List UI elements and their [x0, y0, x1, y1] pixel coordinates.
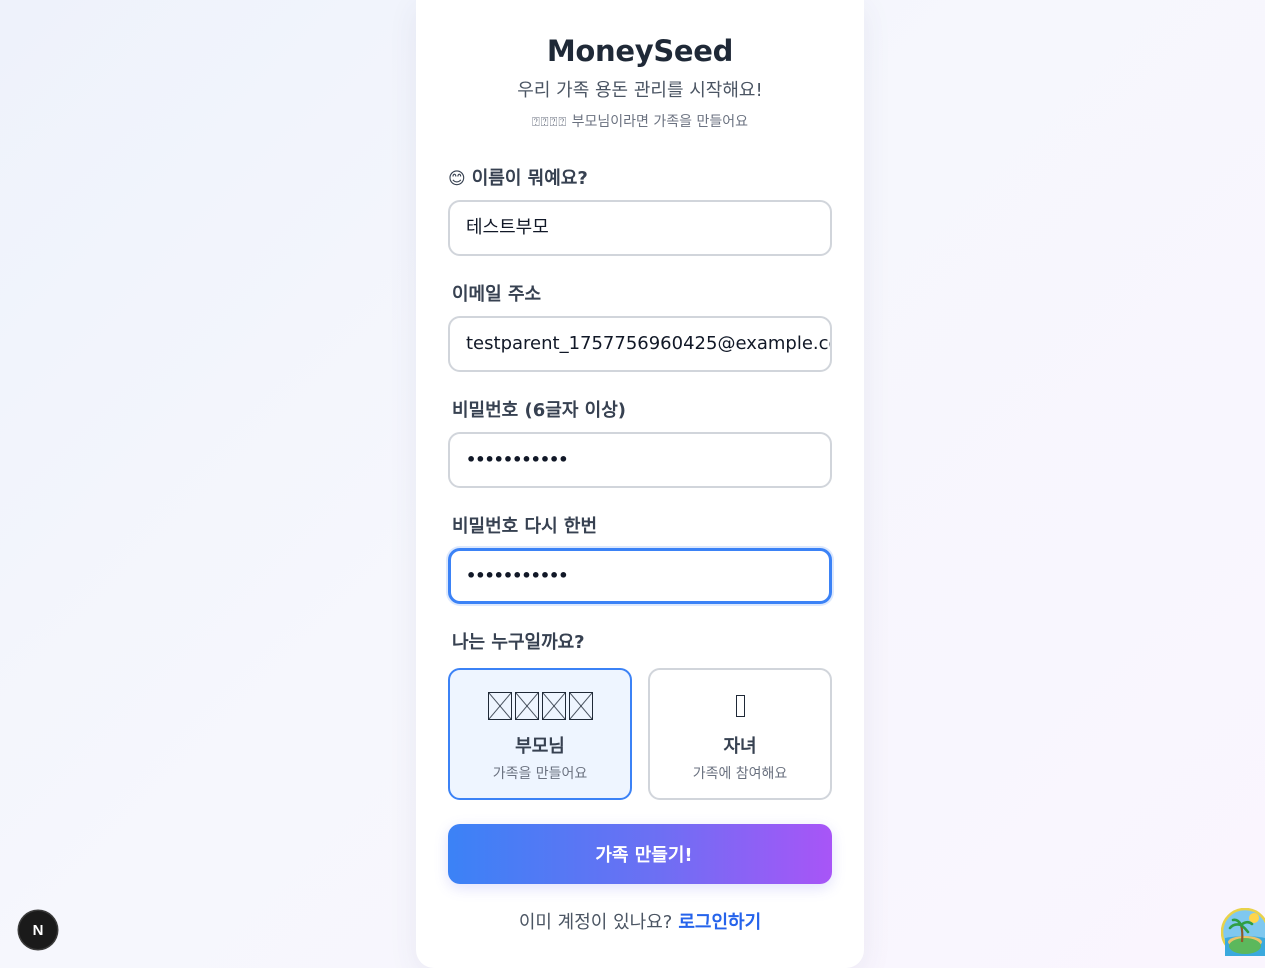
- password-label: 비밀번호 (6글자 이상): [448, 398, 626, 426]
- child-emoji-icon: [650, 688, 830, 724]
- role-label: 나는 누구일까요?: [448, 630, 585, 658]
- name-input[interactable]: 테스트부모: [448, 200, 832, 256]
- password-confirm-label: 비밀번호 다시 한번: [448, 514, 597, 542]
- password-confirm-input[interactable]: •••••••••••: [448, 548, 832, 604]
- password-label-text: 비밀번호 (6글자 이상): [452, 400, 626, 421]
- parent-hint: ⍰⍰⍰⍰ 부모님이라면 가족을 만들어요: [416, 111, 864, 134]
- smile-icon: 😊: [448, 169, 466, 189]
- login-prompt-text: 이미 계정이 있나요?: [518, 912, 673, 933]
- role-option-child-name: 자녀: [723, 736, 757, 757]
- page-subtitle: 우리 가족 용돈 관리를 시작해요!: [517, 80, 763, 101]
- role-option-parent[interactable]: 부모님 가족을 만들어요: [448, 668, 632, 800]
- email-label: 이메일 주소: [448, 282, 541, 310]
- nextjs-dev-badge[interactable]: N: [19, 911, 57, 949]
- email-input[interactable]: testparent_1757756960425@example.com: [448, 316, 832, 372]
- island-avatar-icon[interactable]: [1221, 908, 1265, 956]
- parent-hint-text: 부모님이라면 가족을 만들어요: [571, 114, 748, 130]
- role-option-parent-name: 부모님: [515, 736, 565, 757]
- create-family-button-label: 가족 만들기!: [595, 845, 693, 866]
- role-option-child-description: 가족에 참여해요: [692, 766, 788, 782]
- page-title: MoneySeed: [416, 30, 864, 74]
- password-input[interactable]: •••••••••••: [448, 432, 832, 488]
- role-option-child[interactable]: 자녀 가족에 참여해요: [648, 668, 832, 800]
- family-emoji-icon: ⍰⍰⍰⍰: [532, 115, 568, 130]
- app-name: MoneySeed: [546, 34, 734, 68]
- island-avatar-graphic: [1221, 908, 1265, 956]
- password-mask: •••••••••••: [466, 450, 568, 469]
- password-confirm-mask: •••••••••••: [466, 566, 568, 585]
- email-label-text: 이메일 주소: [452, 284, 542, 305]
- create-family-button[interactable]: 가족 만들기!: [448, 824, 832, 884]
- login-link[interactable]: 로그인하기: [678, 912, 761, 933]
- family-emoji-icon: [450, 688, 630, 724]
- role-option-parent-description: 가족을 만들어요: [492, 766, 588, 782]
- signup-card: MoneySeed 우리 가족 용돈 관리를 시작해요! ⍰⍰⍰⍰ 부모님이라면…: [416, 0, 864, 968]
- password-confirm-label-text: 비밀번호 다시 한번: [452, 516, 598, 537]
- name-label: 😊 이름이 뭐예요?: [448, 166, 588, 192]
- name-label-text: 이름이 뭐예요?: [471, 168, 588, 189]
- login-prompt: 이미 계정이 있나요? 로그인하기: [416, 909, 864, 939]
- role-label-text: 나는 누구일까요?: [452, 632, 585, 653]
